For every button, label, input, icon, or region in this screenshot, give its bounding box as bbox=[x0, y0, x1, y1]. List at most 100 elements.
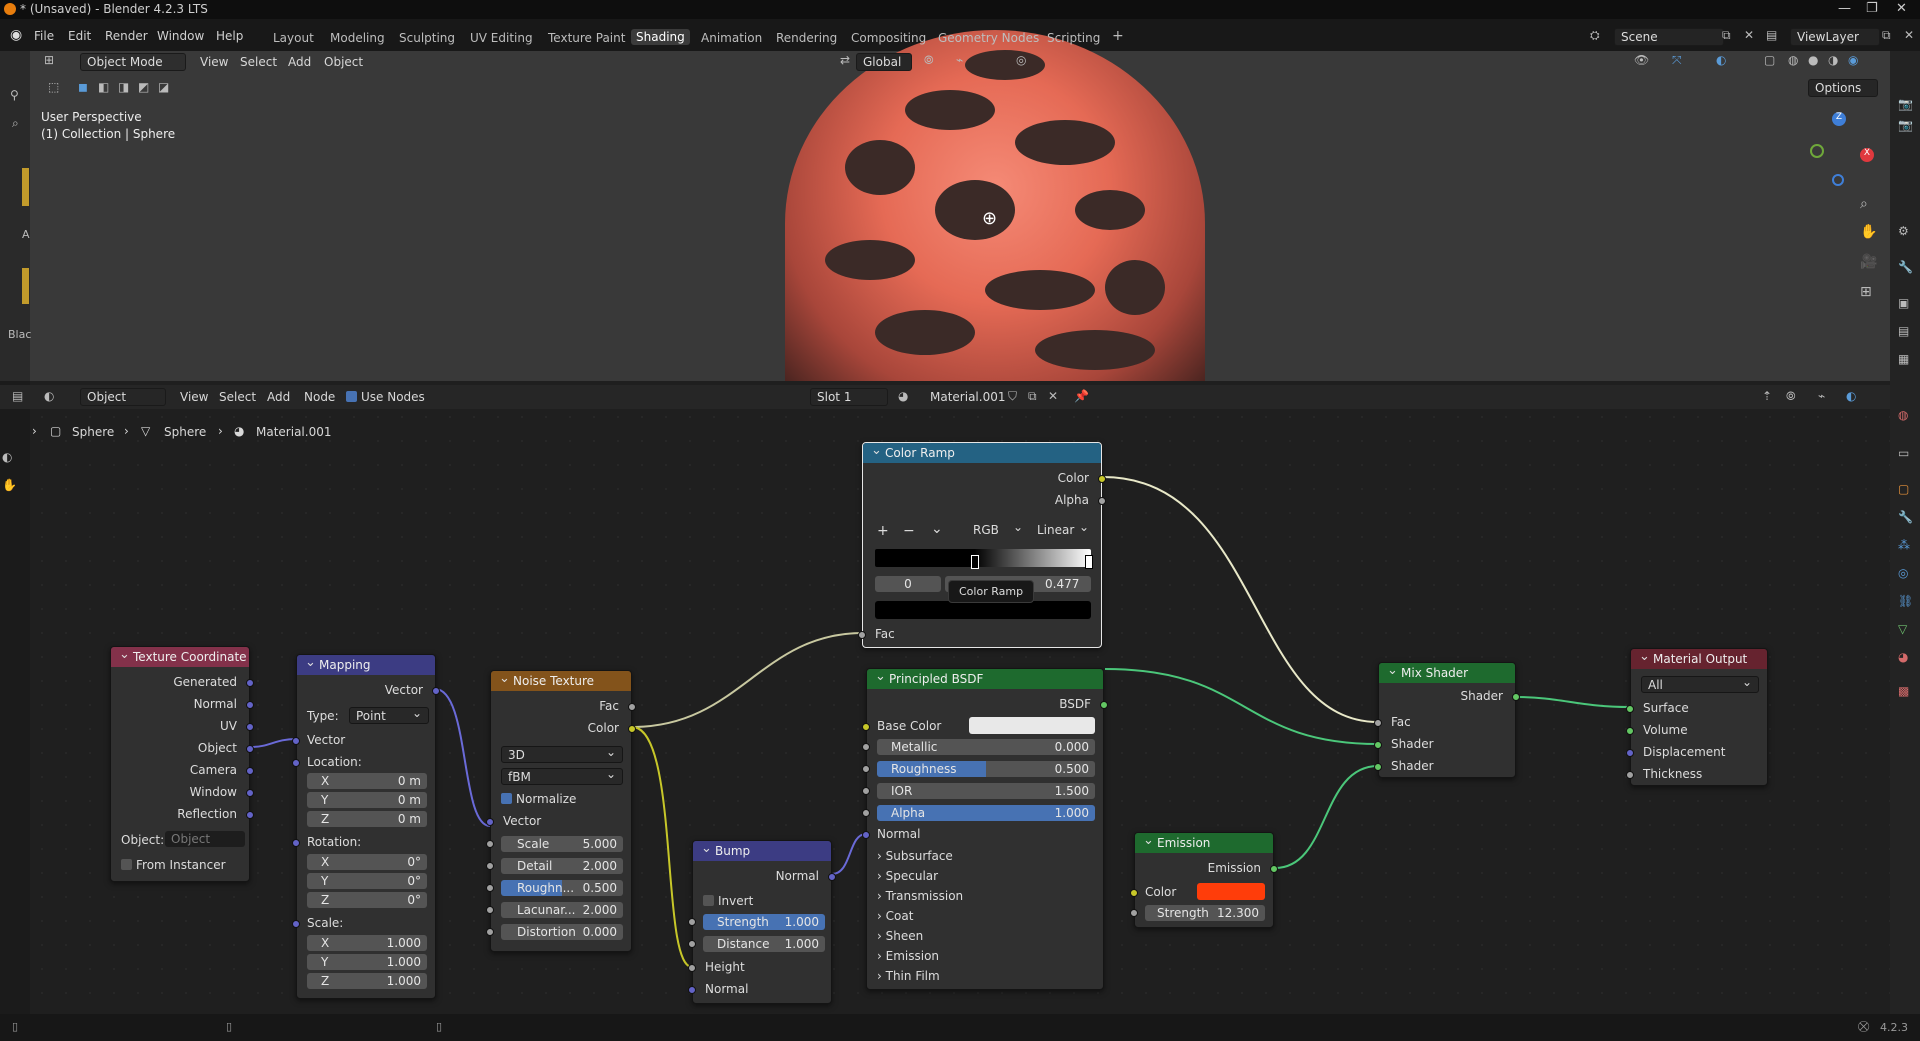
socket-fac-in[interactable] bbox=[858, 631, 866, 639]
select-mode-subtract-icon[interactable]: ◨ bbox=[118, 80, 129, 94]
distance-field[interactable]: Distance 1.000 bbox=[703, 936, 825, 952]
socket-alpha-out[interactable] bbox=[1098, 497, 1106, 505]
socket-normal[interactable] bbox=[862, 831, 870, 839]
editor-type-icon[interactable]: ⊞ bbox=[44, 53, 54, 67]
fake-user-icon[interactable]: ⛉ bbox=[1008, 389, 1017, 404]
socket-thickness[interactable] bbox=[1626, 771, 1634, 779]
socket-roughness[interactable] bbox=[862, 765, 870, 773]
select-mode-new-icon[interactable]: ◼ bbox=[78, 80, 88, 94]
menu-render[interactable]: Render bbox=[105, 29, 148, 43]
object-tab-icon[interactable]: ▢ bbox=[1898, 482, 1909, 496]
panel-specular[interactable]: › Specular bbox=[877, 869, 938, 883]
node-material-output[interactable]: Material Output All Surface Volume Displ… bbox=[1626, 648, 1768, 786]
rotation-y-field[interactable]: Y 0° bbox=[307, 873, 427, 889]
workspace-tab-geometry-nodes[interactable]: Geometry Nodes bbox=[938, 31, 1039, 45]
socket-height[interactable] bbox=[688, 964, 696, 972]
physics-tab-icon[interactable]: ◎ bbox=[1898, 566, 1908, 580]
workspace-tab-compositing[interactable]: Compositing bbox=[851, 31, 926, 45]
socket-displacement[interactable] bbox=[1626, 749, 1634, 757]
output-tab-icon[interactable]: ▤ bbox=[1898, 324, 1909, 338]
snap-icon[interactable]: ⌁ bbox=[956, 53, 963, 67]
from-instancer-checkbox[interactable] bbox=[121, 859, 132, 870]
mode-selector[interactable]: Object Mode bbox=[80, 53, 186, 71]
node-color-ramp[interactable]: Color Ramp Color Alpha + − ⌄ RGB Linear … bbox=[858, 442, 1106, 648]
render-tab-icon[interactable]: ▣ bbox=[1898, 296, 1909, 310]
socket-reflection[interactable] bbox=[246, 811, 254, 819]
strength-field[interactable]: Strength 1.000 bbox=[703, 914, 825, 930]
color-ramp-gradient[interactable] bbox=[875, 549, 1091, 567]
location-x-field[interactable]: X 0 m bbox=[307, 773, 427, 789]
socket-vector-in[interactable] bbox=[486, 818, 494, 826]
material-tab-icon[interactable]: ◕ bbox=[1898, 650, 1908, 664]
dimensions-dropdown[interactable]: 3D bbox=[501, 745, 623, 763]
base-color-swatch[interactable] bbox=[969, 717, 1095, 734]
tool-icon[interactable]: ⚲ bbox=[10, 88, 19, 102]
alpha-field[interactable]: Alpha 1.000 bbox=[877, 805, 1095, 821]
socket-normal-out[interactable] bbox=[828, 873, 836, 881]
select-mode-invert-icon[interactable]: ◩ bbox=[138, 80, 149, 94]
node-header[interactable]: Bump bbox=[693, 841, 831, 861]
socket-shader-1[interactable] bbox=[1374, 741, 1382, 749]
socket-bsdf-out[interactable] bbox=[1100, 701, 1108, 709]
node-bump[interactable]: Bump Normal Invert Strength 1.000 Distanc… bbox=[688, 840, 836, 1004]
camera-view-icon[interactable]: 🎥 bbox=[1860, 254, 1877, 270]
viewport-menu-add[interactable]: Add bbox=[288, 55, 311, 69]
socket-uv[interactable] bbox=[246, 723, 254, 731]
delete-scene-icon[interactable]: ✕ bbox=[1744, 28, 1754, 42]
socket-vector-in[interactable] bbox=[292, 737, 300, 745]
ramp-stop-black[interactable] bbox=[971, 555, 979, 569]
node-principled-bsdf[interactable]: Principled BSDF BSDF Base Color Metallic… bbox=[862, 668, 1108, 990]
shader-type-selector[interactable]: Object bbox=[80, 388, 166, 406]
blender-menu-icon[interactable]: ◉ bbox=[10, 27, 22, 43]
socket-object[interactable] bbox=[246, 745, 254, 753]
node-mapping[interactable]: Mapping Vector Type: Point Vector Locati… bbox=[292, 654, 440, 999]
stop-color-swatch[interactable] bbox=[875, 601, 1091, 619]
workspace-tab-modeling[interactable]: Modeling bbox=[330, 31, 385, 45]
scale-x-field[interactable]: X 1.000 bbox=[307, 935, 427, 951]
socket-window[interactable] bbox=[246, 789, 254, 797]
scale-field[interactable]: Scale 5.000 bbox=[501, 836, 623, 852]
zoom-icon[interactable]: ⌕ bbox=[1860, 196, 1868, 212]
new-view-layer-icon[interactable]: ⧉ bbox=[1882, 28, 1891, 43]
roughness-field[interactable]: Roughn... 0.500 bbox=[501, 880, 623, 896]
socket-location[interactable] bbox=[292, 759, 300, 767]
normalize-checkbox[interactable] bbox=[501, 793, 512, 804]
panel-emission[interactable]: › Emission bbox=[877, 949, 939, 963]
socket-alpha[interactable] bbox=[862, 809, 870, 817]
socket-generated[interactable] bbox=[246, 679, 254, 687]
grid-view-icon[interactable]: ⊞ bbox=[1860, 284, 1872, 300]
node-header[interactable]: Mix Shader bbox=[1379, 663, 1515, 683]
node-emission[interactable]: Emission Emission Color Strength 12.300 bbox=[1130, 832, 1278, 928]
socket-shader-out[interactable] bbox=[1512, 693, 1520, 701]
socket-lacunarity[interactable] bbox=[486, 906, 494, 914]
socket-distance[interactable] bbox=[688, 940, 696, 948]
shader-type-icon[interactable]: ◐ bbox=[44, 389, 54, 403]
panel-thin-film[interactable]: › Thin Film bbox=[877, 969, 940, 983]
render-icon[interactable]: 📷 bbox=[1898, 118, 1913, 132]
navigation-gizmo[interactable]: Z X bbox=[1800, 108, 1880, 188]
socket-color-out[interactable] bbox=[1098, 475, 1106, 483]
node-header[interactable]: Noise Texture bbox=[491, 671, 631, 691]
socket-surface[interactable] bbox=[1626, 705, 1634, 713]
socket-roughness[interactable] bbox=[486, 884, 494, 892]
node-header[interactable]: Material Output bbox=[1631, 649, 1767, 669]
pivot-icon[interactable]: ⦾ bbox=[924, 53, 934, 68]
close-icon[interactable]: ✕ bbox=[1896, 1, 1907, 16]
socket-emission-out[interactable] bbox=[1270, 865, 1278, 873]
socket-camera[interactable] bbox=[246, 767, 254, 775]
emission-color-swatch[interactable] bbox=[1197, 883, 1265, 900]
viewport-menu-view[interactable]: View bbox=[200, 55, 228, 69]
stop-index-field[interactable]: 0 bbox=[875, 576, 941, 592]
socket-ior[interactable] bbox=[862, 787, 870, 795]
minimize-icon[interactable]: — bbox=[1838, 1, 1851, 16]
node-noise-texture[interactable]: Noise Texture Fac Color 3D fBM Normalize… bbox=[486, 670, 636, 952]
workspace-tab-sculpting[interactable]: Sculpting bbox=[399, 31, 455, 45]
roughness-field[interactable]: Roughness 0.500 bbox=[877, 761, 1095, 777]
world-tab-icon[interactable]: ◍ bbox=[1898, 408, 1908, 422]
material-slot-selector[interactable]: Slot 1 bbox=[810, 388, 888, 406]
parent-node-tree-icon[interactable]: ⇡ bbox=[1762, 389, 1772, 403]
menu-edit[interactable]: Edit bbox=[68, 29, 91, 43]
breadcrumb-mesh[interactable]: Sphere bbox=[164, 425, 206, 439]
workspace-tab-rendering[interactable]: Rendering bbox=[776, 31, 837, 45]
workspace-tab-animation[interactable]: Animation bbox=[701, 31, 762, 45]
